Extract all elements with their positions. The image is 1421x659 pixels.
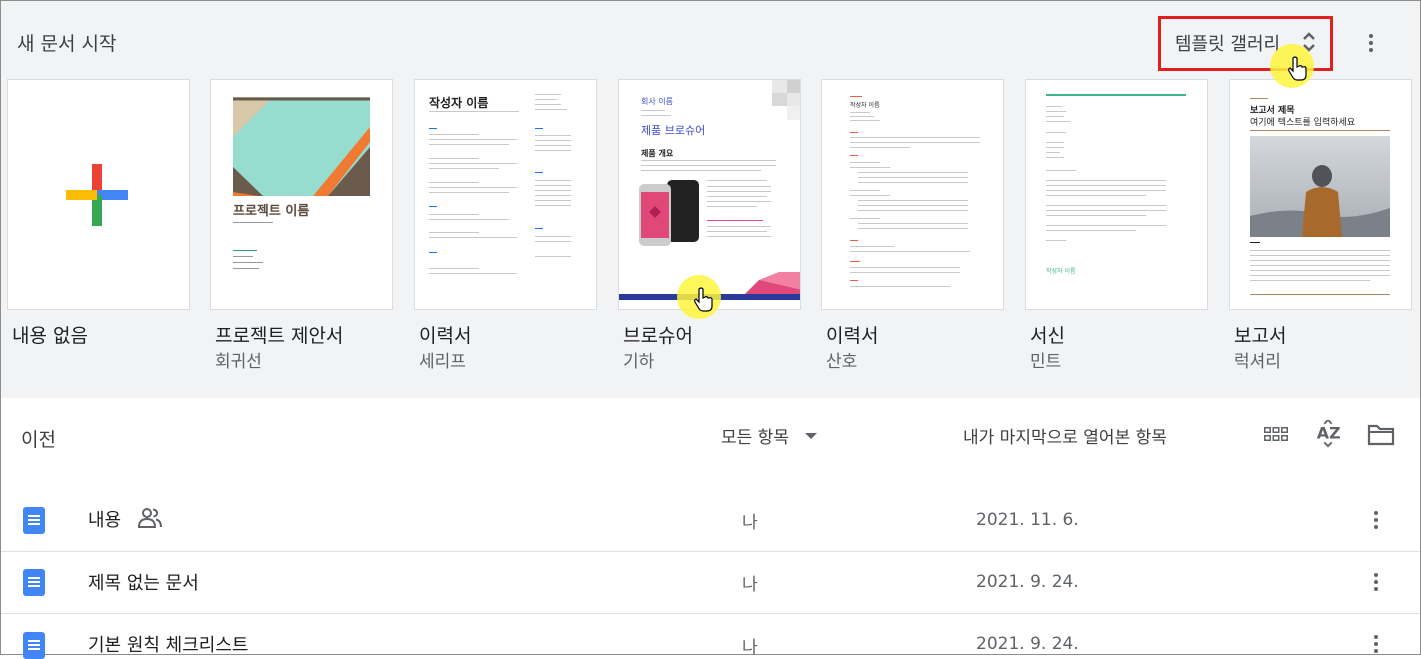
docs-file-icon: [23, 569, 45, 596]
template-card-brochure[interactable]: 회사 이름 제품 브로슈어 제품 개요: [618, 79, 801, 310]
template-name-blank[interactable]: 내용 없음: [12, 321, 88, 348]
template-name-report[interactable]: 보고서: [1234, 321, 1286, 348]
template-card-resume-serif[interactable]: 작성자 이름: [414, 79, 597, 310]
folder-icon[interactable]: [1367, 421, 1395, 449]
more-vert-icon[interactable]: [1359, 31, 1383, 55]
thumb-title: 작성자 이름: [850, 102, 880, 109]
grid-view-icon[interactable]: [1262, 421, 1290, 449]
hand-cursor-icon: [694, 287, 713, 312]
thumb-section: 제품 개요: [641, 149, 674, 158]
template-card-resume-coral[interactable]: 작성자 이름: [821, 79, 1004, 310]
template-card-letter-mint[interactable]: 작성자 이름: [1025, 79, 1208, 310]
template-name-resume-serif[interactable]: 이력서: [419, 321, 471, 348]
document-date: 2021. 9. 24.: [976, 572, 1079, 592]
document-name[interactable]: 기본 원칙 체크리스트: [88, 631, 248, 657]
more-vert-icon[interactable]: [1364, 632, 1388, 656]
document-date: 2021. 9. 24.: [976, 634, 1079, 654]
svg-text:AZ: AZ: [1317, 424, 1341, 443]
plus-icon: [66, 164, 128, 226]
template-gallery-button[interactable]: 템플릿 갤러리: [1175, 30, 1280, 56]
template-name-resume-coral[interactable]: 이력서: [826, 321, 878, 348]
thumb-title: 작성자 이름: [429, 96, 489, 110]
more-vert-icon[interactable]: [1364, 508, 1388, 532]
document-owner: 나: [742, 638, 758, 658]
document-name[interactable]: 내용: [88, 506, 121, 532]
sort-az-icon[interactable]: AZ: [1314, 420, 1342, 448]
dropdown-arrow-icon[interactable]: [805, 433, 817, 439]
thumb-title: 프로젝트 이름: [233, 204, 310, 219]
thumb-signature: 작성자 이름: [1046, 268, 1076, 275]
thumb-subtitle: 여기에 텍스트를 입력하세요: [1250, 118, 1356, 128]
template-sub-brochure: 기하: [623, 352, 655, 372]
template-name-letter[interactable]: 서신: [1030, 321, 1065, 348]
template-name-proposal[interactable]: 프로젝트 제안서: [215, 321, 343, 348]
report-photo: [1250, 136, 1390, 237]
document-name[interactable]: 제목 없는 문서: [88, 569, 199, 595]
more-vert-icon[interactable]: [1364, 570, 1388, 594]
document-owner: 나: [742, 513, 758, 533]
template-card-report-luxury[interactable]: 보고서 제목 여기에 텍스트를 입력하세요: [1229, 79, 1412, 310]
template-sub-report: 럭셔리: [1234, 352, 1281, 372]
hand-cursor-icon: [1288, 56, 1307, 81]
docs-file-icon: [23, 507, 45, 534]
template-card-blank[interactable]: [7, 79, 190, 310]
page-title: 새 문서 시작: [17, 33, 117, 55]
owner-filter-dropdown[interactable]: 모든 항목: [721, 423, 789, 448]
template-name-brochure[interactable]: 브로슈어: [623, 321, 693, 348]
template-sub-proposal: 회귀선: [215, 352, 262, 372]
recent-section-title: 이전: [21, 429, 56, 451]
document-date: 2021. 11. 6.: [976, 510, 1079, 530]
template-sub-resume-serif: 세리프: [419, 352, 466, 372]
document-owner: 나: [742, 575, 758, 595]
document-row[interactable]: [1, 490, 1420, 552]
thumb-title: 제품 브로슈어: [641, 124, 706, 137]
corner-pattern: [772, 80, 800, 120]
phones-image: [639, 180, 699, 246]
template-card-proposal[interactable]: 프로젝트 이름: [210, 79, 393, 310]
document-row[interactable]: [1, 552, 1420, 614]
geometric-cover-image: [233, 97, 370, 196]
template-sub-resume-coral: 산호: [826, 352, 858, 372]
people-icon: [138, 508, 162, 528]
thumb-company: 회사 이름: [641, 97, 673, 106]
template-sub-letter: 민트: [1030, 352, 1062, 372]
sort-label[interactable]: 내가 마지막으로 열어본 항목: [963, 423, 1167, 448]
